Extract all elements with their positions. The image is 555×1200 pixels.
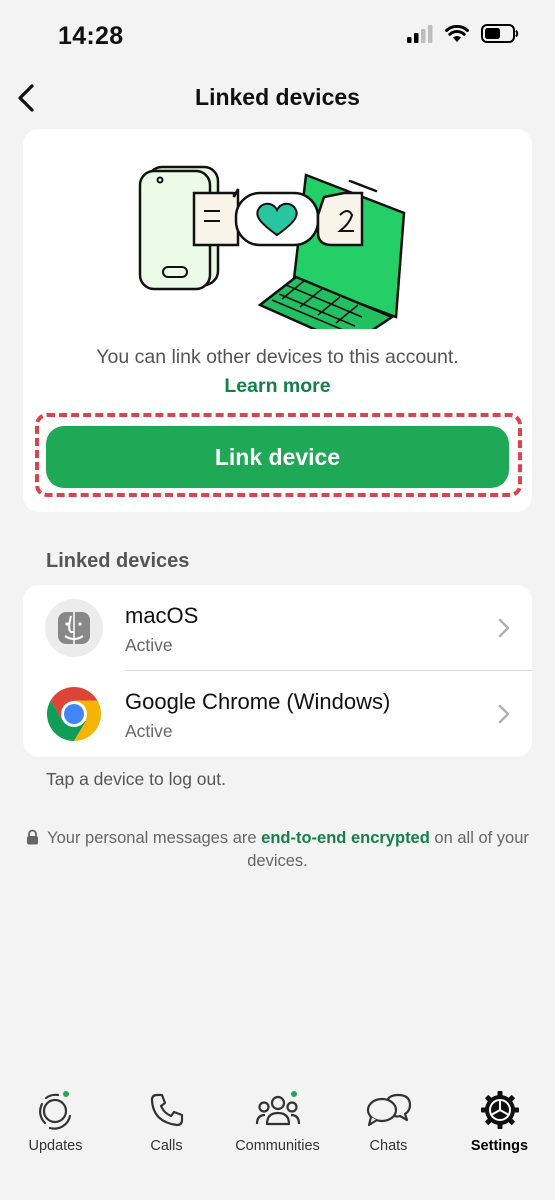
tab-label: Communities — [235, 1138, 320, 1154]
link-description: You can link other devices to this accou… — [96, 346, 459, 368]
page-title: Linked devices — [195, 84, 360, 110]
tab-label: Updates — [28, 1138, 83, 1154]
encryption-text-prefix: Your personal messages are — [47, 829, 262, 847]
learn-more-link[interactable]: Learn more — [23, 375, 532, 398]
tab-label: Calls — [150, 1138, 183, 1154]
communities-icon — [222, 1088, 333, 1132]
tab-calls[interactable]: Calls — [111, 1088, 222, 1154]
settings-icon — [444, 1088, 555, 1132]
status-icons — [407, 24, 519, 43]
device-name: Google Chrome (Windows) — [125, 689, 391, 714]
tab-updates[interactable]: Updates — [0, 1088, 111, 1154]
device-status: Active — [125, 635, 173, 655]
tab-settings[interactable]: Settings — [444, 1088, 555, 1154]
lock-icon — [27, 829, 39, 845]
phone-icon — [111, 1088, 222, 1132]
device-name: macOS — [125, 603, 199, 628]
tab-chats[interactable]: Chats — [333, 1088, 444, 1154]
device-status: Active — [125, 721, 173, 741]
chrome-icon — [45, 685, 103, 743]
cellular-signal-icon — [407, 24, 433, 43]
tab-label: Chats — [369, 1138, 408, 1154]
navigation-header: Linked devices — [0, 76, 555, 122]
updates-icon — [0, 1088, 111, 1132]
tap-device-note: Tap a device to log out. — [46, 769, 226, 789]
chevron-right-icon — [498, 618, 510, 638]
devices-list: macOS Active Google Chrome (Windows) Act… — [23, 585, 532, 757]
chats-icon — [333, 1088, 444, 1132]
tab-bar: Updates Calls Communities Chats Settings — [0, 1078, 555, 1200]
chevron-right-icon — [498, 704, 510, 724]
end-to-end-encrypted-link[interactable]: end-to-end encrypted — [261, 829, 430, 847]
finder-icon — [45, 599, 103, 657]
wifi-icon — [445, 24, 469, 42]
status-bar: 14:28 — [0, 0, 555, 70]
section-title: Linked devices — [46, 550, 190, 572]
linked-devices-illustration — [138, 165, 406, 329]
tab-communities[interactable]: Communities — [222, 1088, 333, 1154]
tab-label: Settings — [470, 1138, 529, 1154]
link-device-card: You can link other devices to this accou… — [23, 129, 532, 512]
encryption-note: Your personal messages are end-to-end en… — [20, 827, 535, 873]
link-device-button[interactable]: Link device — [46, 426, 509, 488]
status-time: 14:28 — [58, 22, 124, 50]
device-row-macos[interactable]: macOS Active — [23, 585, 532, 671]
battery-icon — [481, 24, 519, 43]
device-row-chrome[interactable]: Google Chrome (Windows) Active — [23, 671, 532, 757]
